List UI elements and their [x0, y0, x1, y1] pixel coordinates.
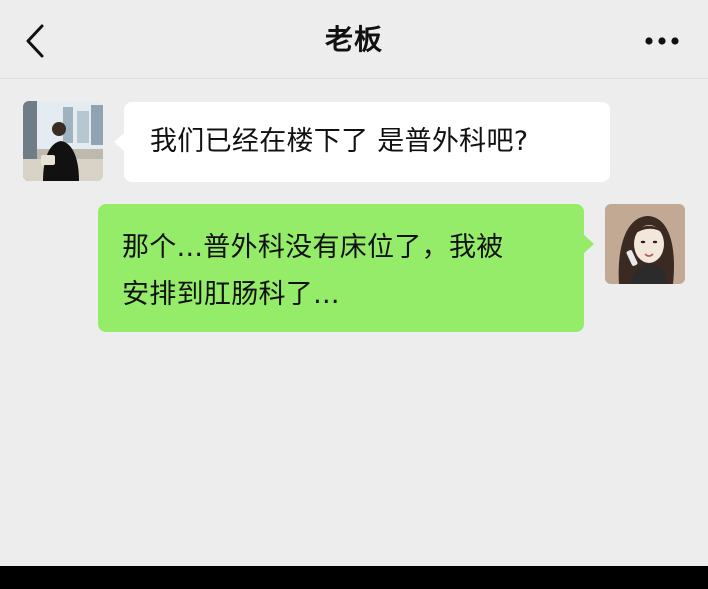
- bottom-black-bar: [0, 566, 708, 589]
- message-text-line-1: 那个...普外科没有床位了，我被: [122, 232, 504, 263]
- chat-title: 老板: [324, 23, 383, 56]
- contact-avatar[interactable]: [23, 101, 103, 181]
- chat-header: 老板: [0, 0, 708, 79]
- user-avatar[interactable]: [605, 204, 685, 284]
- more-button[interactable]: [642, 28, 682, 54]
- user-avatar-image: [605, 204, 685, 284]
- message-text-line-2: 安排到肛肠科了...: [122, 279, 340, 310]
- back-button[interactable]: [20, 22, 54, 60]
- contact-avatar-image: [23, 101, 103, 181]
- message-bubble-incoming[interactable]: 我们已经在楼下了 是普外科吧?: [114, 102, 610, 182]
- chevron-left-icon: [26, 24, 44, 58]
- message-text: 我们已经在楼下了 是普外科吧?: [150, 126, 529, 157]
- chat-screen: 老板 我们已经在楼下了 是普外科吧? 那个...普外科没有床位了，我被 安排到肛…: [0, 0, 708, 566]
- message-bubble-outgoing[interactable]: 那个...普外科没有床位了，我被 安排到肛肠科了...: [98, 204, 594, 332]
- more-dots-icon: [645, 37, 679, 45]
